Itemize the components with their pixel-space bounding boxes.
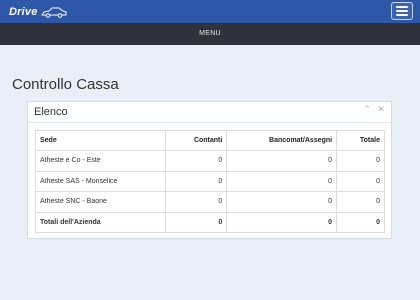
top-navbar: Drive xyxy=(0,0,420,23)
column-header-totale[interactable]: Totale xyxy=(336,130,385,151)
page-title: Controllo Cassa xyxy=(12,76,119,93)
cell-totals-totale: 0 xyxy=(336,211,385,233)
cell-contanti: 0 xyxy=(165,191,228,213)
cell-totals-bancomat: 0 xyxy=(226,211,338,233)
cell-totals-label: Totali dell'Azienda xyxy=(34,211,167,233)
cell-totals-contanti: 0 xyxy=(165,211,228,233)
app-logo[interactable]: Drive xyxy=(9,4,67,20)
logo-text: Drive xyxy=(9,6,38,18)
cash-control-table: Sede Contanti Bancomat/Assegni Totale At… xyxy=(34,130,385,233)
close-icon[interactable]: ✕ xyxy=(377,104,385,114)
chevron-up-icon[interactable]: ⌃ xyxy=(363,104,371,114)
table-totals-row: Totali dell'Azienda 0 0 0 xyxy=(34,211,385,233)
column-header-contanti[interactable]: Contanti xyxy=(165,130,228,151)
hamburger-line-icon xyxy=(396,14,408,16)
cell-sede: Atheste e Co - Este xyxy=(34,150,167,172)
cell-contanti: 0 xyxy=(165,170,228,192)
column-header-sede[interactable]: Sede xyxy=(34,130,167,151)
panel-tools: ⌃ ✕ xyxy=(359,102,385,116)
menu-toggle[interactable]: MENU xyxy=(199,30,221,37)
cell-bancomat: 0 xyxy=(226,191,338,213)
cell-totale: 0 xyxy=(336,191,385,213)
hamburger-line-icon xyxy=(396,10,408,12)
table-row[interactable]: Atheste e Co - Este 0 0 0 xyxy=(34,150,385,172)
cell-sede: Atheste SAS - Monselice xyxy=(34,170,167,192)
cell-sede: Atheste SNC - Baone xyxy=(34,191,167,213)
hamburger-line-icon xyxy=(396,6,408,8)
table-row[interactable]: Atheste SNC - Baone 0 0 0 xyxy=(34,191,385,213)
cell-totale: 0 xyxy=(336,150,385,172)
cell-bancomat: 0 xyxy=(226,150,338,172)
table-row[interactable]: Atheste SAS - Monselice 0 0 0 xyxy=(34,170,385,192)
elenco-panel: Elenco ⌃ ✕ Sede Contanti Bancomat/Assegn… xyxy=(27,101,392,239)
table-header-row: Sede Contanti Bancomat/Assegni Totale xyxy=(34,130,385,151)
car-icon xyxy=(40,7,67,18)
cell-totale: 0 xyxy=(336,170,385,192)
panel-header: Elenco ⌃ ✕ xyxy=(28,102,391,123)
hamburger-menu-button[interactable] xyxy=(391,2,413,20)
menu-bar: MENU xyxy=(0,23,420,45)
cell-contanti: 0 xyxy=(165,150,228,172)
panel-title: Elenco xyxy=(34,106,68,118)
cell-bancomat: 0 xyxy=(226,170,338,192)
column-header-bancomat[interactable]: Bancomat/Assegni xyxy=(226,130,338,151)
